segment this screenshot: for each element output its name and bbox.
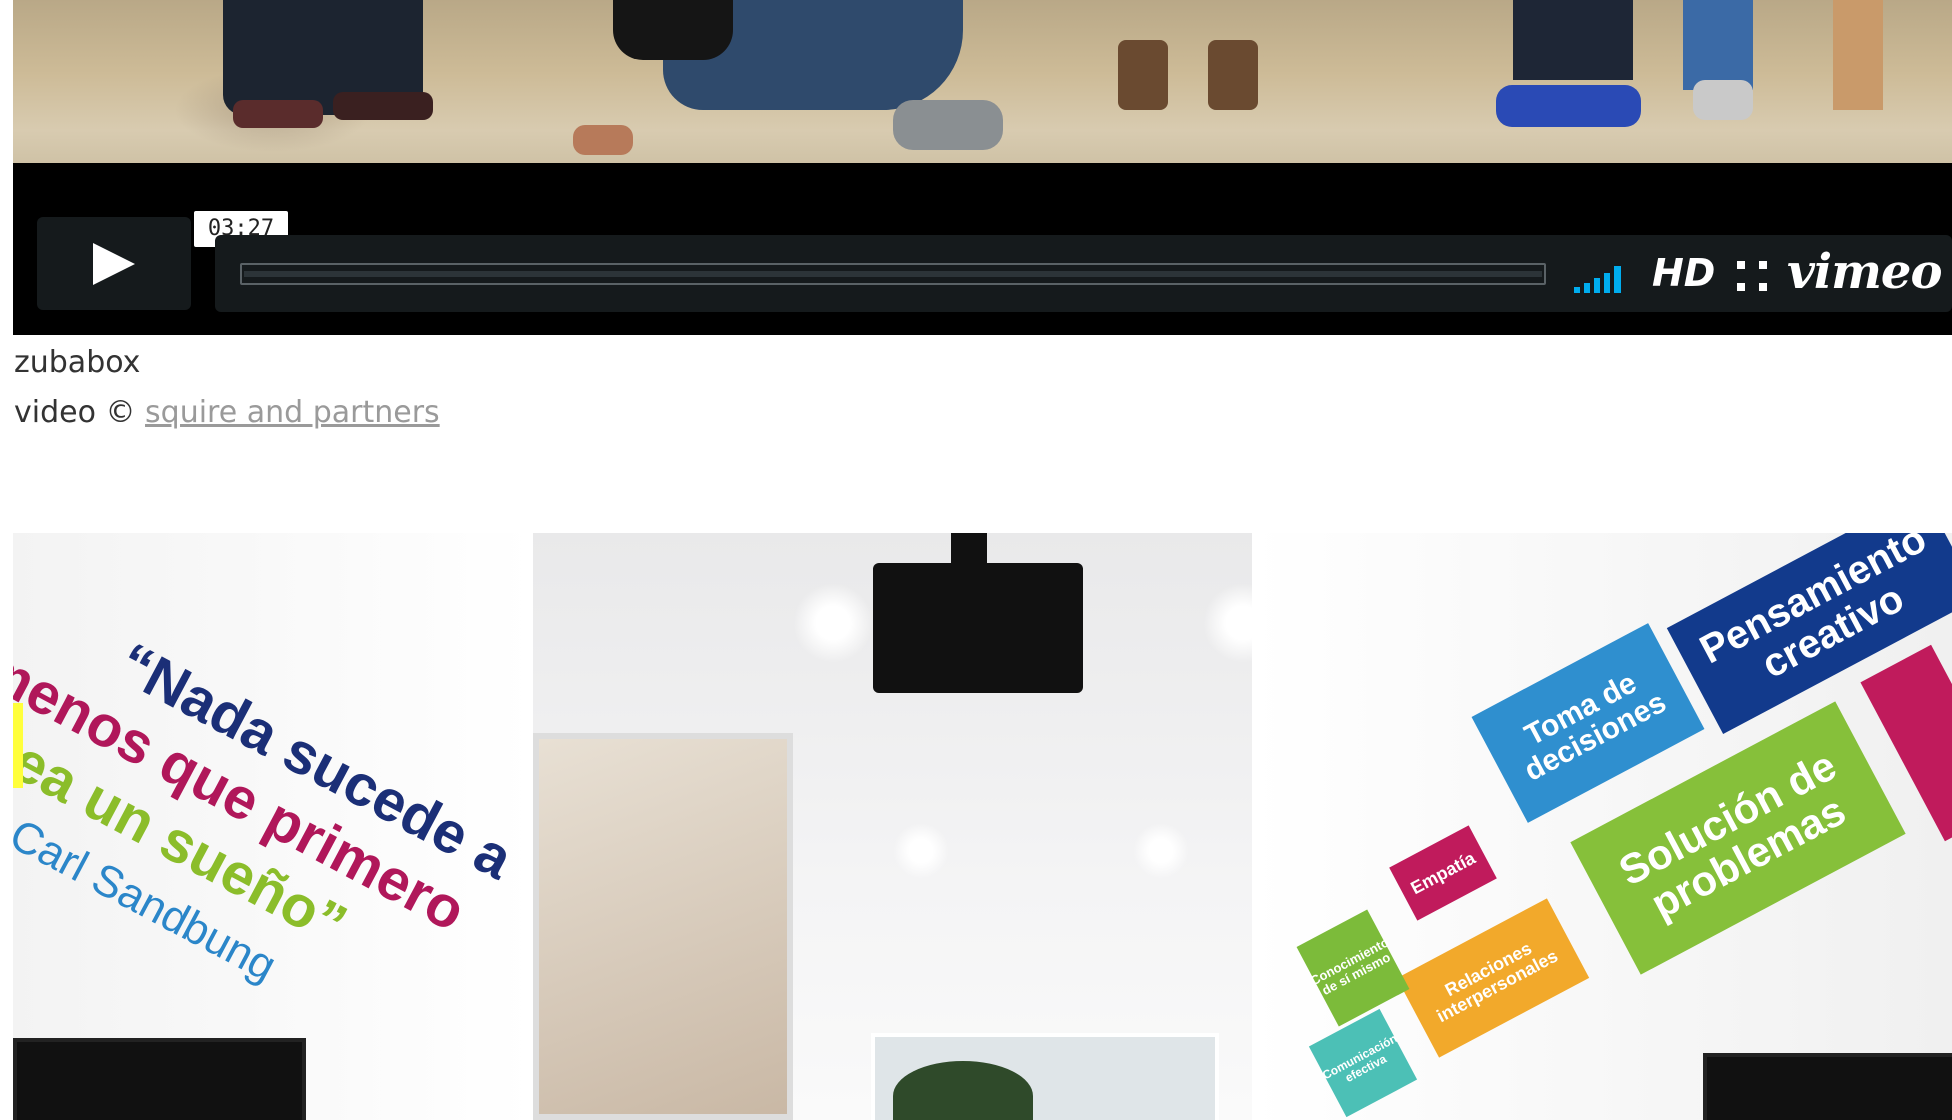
dog-leg [1833,0,1883,110]
credit-prefix: video © [14,395,136,430]
video-player-controls: 03:27 HD vimeo [13,163,1952,335]
room-interior-photo: “Nada sucede a menos que primero sea un … [13,533,1952,1120]
figure-hand [573,125,633,155]
caption-credit: video © squire and partners [14,388,440,438]
hd-button[interactable]: HD [1652,253,1715,293]
figure-shoe [333,92,433,120]
progress-bar[interactable] [240,263,1546,285]
caption-title: zubabox [14,345,141,380]
fullscreen-icon[interactable] [1735,259,1769,293]
video-caption: zubabox video © squire and partners [14,338,440,438]
figure-boots [1118,40,1168,110]
yellow-edge-highlight [13,703,23,788]
figure-shoe [1693,80,1753,120]
side-window [533,733,793,1120]
computer-monitor [1703,1053,1952,1120]
figure-sneaker [1496,85,1641,127]
credit-link[interactable]: squire and partners [145,395,440,430]
ceiling-projector [873,563,1083,693]
play-button[interactable] [37,217,191,310]
figure-legs [1683,0,1753,90]
figure-legs [1513,0,1633,80]
figure-arm [613,0,733,60]
computer-monitor [13,1038,306,1120]
vimeo-logo-link[interactable]: vimeo [1787,247,1942,297]
ceiling-light [1133,823,1189,879]
figure-boots [1208,40,1258,110]
video-still-image[interactable] [13,0,1952,163]
volume-icon[interactable] [1572,263,1632,295]
control-strip: HD vimeo [215,235,1952,312]
play-icon [93,243,135,285]
ceiling-light [893,823,949,879]
figure-shoe [233,100,323,128]
ceiling-light [793,583,873,663]
figure-shoe [893,100,1003,150]
ceiling-light [1203,583,1283,663]
